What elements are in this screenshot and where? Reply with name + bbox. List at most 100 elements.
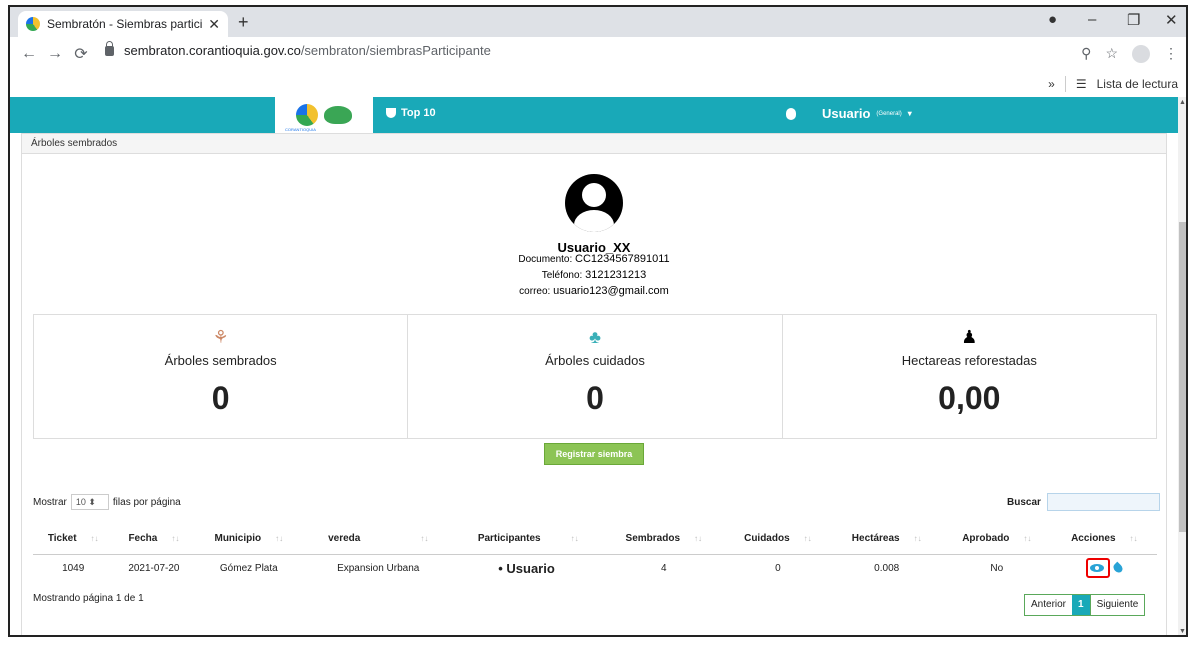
reading-list-label[interactable]: Lista de lectura: [1097, 77, 1178, 91]
user-role: (General): [876, 110, 902, 117]
bookmark-star-icon[interactable]: ☆: [1105, 45, 1118, 63]
cell-acciones: [1052, 554, 1157, 582]
back-icon[interactable]: ←: [16, 45, 42, 63]
col-aprobado[interactable]: Aprobado ↑↓: [941, 524, 1052, 555]
document-value: CC1234567891011: [575, 253, 670, 265]
email-label: correo:: [519, 286, 551, 297]
lock-icon: [105, 40, 114, 56]
corantioquia-logo-icon: [296, 104, 318, 126]
cell-vereda: Expansion Urbana: [337, 562, 420, 574]
search-label: Buscar: [1007, 496, 1041, 508]
new-tab-icon[interactable]: +: [238, 12, 249, 33]
top10-label: Top 10: [401, 107, 436, 119]
logo-caption: CORANTIOQUIA: [285, 127, 316, 132]
site-logo[interactable]: CORANTIOQUIA: [275, 97, 373, 133]
col-acciones[interactable]: Acciones ↑↓: [1051, 524, 1157, 555]
participant-card: Árboles sembrados Usuario_XX Documento: …: [21, 133, 1167, 635]
restore-icon[interactable]: ❐: [1127, 11, 1140, 29]
table-row: 1049 2021-07-20 Gómez Plata Expansion Ur…: [33, 554, 1157, 582]
search-input[interactable]: [1046, 493, 1160, 511]
stat-hectares: ♟ Hectareas reforestadas 0,00: [783, 315, 1156, 438]
vertical-scrollbar[interactable]: ▲ ▼: [1178, 97, 1186, 635]
cell-municipio: Gómez Plata: [219, 562, 278, 574]
col-cuidados[interactable]: Cuidados ↑↓: [724, 524, 832, 555]
reading-list-icon[interactable]: ☰: [1076, 77, 1087, 91]
cell-cuidados: 0: [775, 562, 781, 574]
minimize-icon[interactable]: –: [1088, 11, 1096, 28]
stat-label: Hectareas reforestadas: [901, 353, 1037, 368]
person-icon: ♟: [961, 327, 978, 347]
pagination: Anterior 1 Siguiente: [1024, 594, 1146, 616]
site-header: CORANTIOQUIA Top 10 Usuario (General) ▾: [10, 97, 1178, 133]
address-bar[interactable]: sembraton.corantioquia.gov.co/sembraton/…: [105, 40, 491, 58]
browser-tab[interactable]: Sembratón - Siembras participan ✕: [18, 11, 228, 37]
page-1-button[interactable]: 1: [1072, 595, 1090, 615]
top10-link[interactable]: Top 10: [386, 107, 436, 119]
stat-label: Árboles cuidados: [545, 353, 645, 368]
register-planting-button[interactable]: Registrar siembra: [544, 443, 644, 465]
document-label: Documento:: [518, 254, 573, 265]
caret-down-icon: ▾: [907, 109, 912, 118]
phone-value: 3121231213: [585, 269, 647, 281]
col-hectareas[interactable]: Hectáreas ↑↓: [831, 524, 942, 555]
cell-ticket: 1049: [62, 562, 85, 574]
scrollbar-thumb[interactable]: [1179, 222, 1186, 532]
cell-participantes: • Usuario: [498, 560, 555, 576]
next-page-button[interactable]: Siguiente: [1089, 595, 1145, 615]
tab-strip: Sembratón - Siembras participan ✕ + ● – …: [10, 7, 1186, 37]
show-suffix: filas por página: [112, 496, 181, 508]
col-participantes[interactable]: Participantes ↑↓: [453, 524, 604, 555]
window-close-icon[interactable]: ✕: [1165, 11, 1178, 29]
page-size-select[interactable]: 10 ⬍: [70, 494, 109, 510]
stat-planted: ⚘ Árboles sembrados 0: [34, 315, 409, 438]
col-fecha[interactable]: Fecha ↑↓: [113, 524, 195, 555]
stat-label: Árboles sembrados: [164, 353, 277, 368]
url-host: sembraton.corantioquia.gov.co: [124, 43, 301, 58]
reload-icon[interactable]: ⟳: [68, 44, 94, 64]
search-control: Buscar: [1007, 493, 1160, 511]
stats-panel: ⚘ Árboles sembrados 0 ♣ Árboles cuidados…: [33, 314, 1157, 439]
pagination-info: Mostrando página 1 de 1: [33, 593, 144, 604]
section-title: Árboles sembrados: [22, 134, 1166, 154]
view-eye-icon[interactable]: [1086, 558, 1111, 579]
user-icon: [786, 107, 796, 120]
forward-icon[interactable]: →: [42, 45, 68, 63]
profile-avatar-icon[interactable]: [1132, 45, 1150, 63]
tab-title: Sembratón - Siembras participan: [47, 17, 203, 31]
avatar: [565, 174, 623, 232]
profile-dot-icon[interactable]: ●: [1048, 11, 1057, 28]
profile-block: Usuario_XX Documento: CC1234567891011 Te…: [22, 174, 1166, 297]
user-name: Usuario: [822, 106, 871, 121]
col-sembrados[interactable]: Sembrados ↑↓: [603, 524, 725, 555]
water-drop-icon[interactable]: [1111, 561, 1125, 575]
show-prefix: Mostrar: [33, 496, 67, 508]
prev-page-button[interactable]: Anterior: [1025, 595, 1072, 615]
col-ticket[interactable]: Ticket ↑↓: [33, 524, 114, 555]
zoom-icon[interactable]: ⚲: [1081, 45, 1091, 63]
scroll-down-icon[interactable]: ▼: [1179, 628, 1186, 635]
col-municipio[interactable]: Municipio ↑↓: [194, 524, 304, 555]
bookmarks-chevron[interactable]: »: [1048, 77, 1055, 91]
user-menu[interactable]: Usuario (General) ▾: [786, 106, 912, 121]
cell-sembrados: 4: [661, 562, 667, 574]
browser-toolbar: ← → ⟳ sembraton.corantioquia.gov.co/semb…: [10, 37, 1186, 71]
menu-icon[interactable]: ⋮: [1164, 45, 1178, 63]
browser-window: Sembratón - Siembras participan ✕ + ● – …: [8, 5, 1188, 637]
page-size-control: Mostrar 10 ⬍ filas por página: [33, 494, 181, 510]
stat-value: 0: [211, 380, 230, 416]
col-vereda[interactable]: vereda ↑↓: [303, 524, 454, 555]
stat-cared: ♣ Árboles cuidados 0: [408, 315, 783, 438]
planting-icon: ⚘: [212, 327, 229, 347]
bookmarks-bar: » ☰ Lista de lectura: [10, 71, 1186, 97]
tab-close-icon[interactable]: ✕: [208, 16, 220, 33]
table-header-row: Ticket ↑↓ Fecha ↑↓ Municipio ↑↓ vereda ↑↓ Pa…: [33, 524, 1157, 555]
stat-value: 0,00: [938, 380, 1001, 416]
main-content: Árboles sembrados Usuario_XX Documento: …: [10, 133, 1178, 635]
cell-fecha: 2021-07-20: [128, 562, 180, 574]
email-value: usuario123@gmail.com: [553, 285, 669, 297]
heart-logo-icon: [324, 106, 352, 124]
plantings-table: Ticket ↑↓ Fecha ↑↓ Municipio ↑↓ vereda ↑↓ Pa…: [33, 524, 1157, 582]
cell-aprobado: No: [990, 562, 1004, 574]
scroll-up-icon[interactable]: ▲: [1179, 99, 1186, 106]
cell-hectareas: 0.008: [874, 562, 900, 574]
